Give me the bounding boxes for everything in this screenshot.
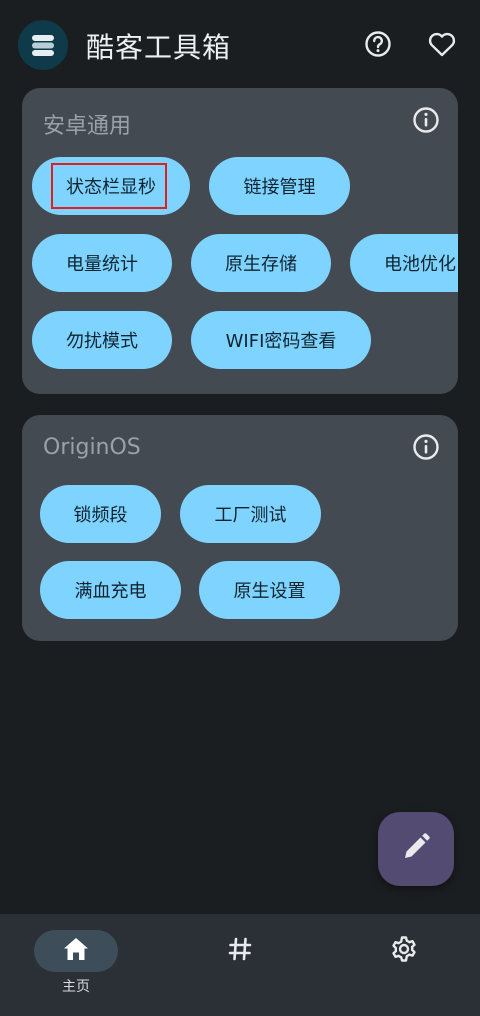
nav-settings[interactable] [362, 914, 446, 1016]
heart-icon[interactable] [426, 28, 458, 60]
chip-factory-test[interactable]: 工厂测试 [180, 485, 321, 543]
help-icon[interactable] [362, 28, 394, 60]
android-general-card: 安卓通用 状态栏显秒 链接管理 电量统计 原生存储 电池优化 勿扰模式 WIFI… [22, 88, 458, 394]
chip-label: 勿扰模式 [66, 331, 138, 352]
nav-indicator [198, 930, 282, 972]
chip-battery-optimization[interactable]: 电池优化 [350, 234, 458, 292]
originos-card: OriginOS 锁频段 工厂测试 满血充电 原生设置 [22, 415, 458, 641]
hash-icon [227, 936, 253, 966]
chip-label: 原生设置 [233, 581, 306, 602]
pencil-icon [399, 830, 433, 868]
nav-home-label: 主页 [62, 979, 90, 995]
chip-link-management[interactable]: 链接管理 [209, 157, 350, 215]
chip-wifi-password[interactable]: WIFI密码查看 [191, 311, 371, 369]
gear-icon [390, 935, 418, 967]
nav-indicator [34, 930, 118, 972]
info-icon[interactable] [412, 433, 440, 461]
info-icon[interactable] [412, 106, 440, 134]
chip-label: 锁频段 [73, 505, 128, 526]
nav-home[interactable]: 主页 [34, 914, 118, 1016]
home-icon [62, 936, 90, 966]
nav-indicator [362, 930, 446, 972]
chip-native-settings[interactable]: 原生设置 [199, 561, 340, 619]
highlight-box [51, 163, 167, 209]
chip-label: 电池优化 [384, 254, 456, 275]
chip-label: 原生存储 [225, 254, 297, 275]
nav-tools[interactable] [198, 914, 282, 1016]
chip-label: 电量统计 [66, 254, 138, 275]
chip-native-storage[interactable]: 原生存储 [191, 234, 331, 292]
chip-do-not-disturb[interactable]: 勿扰模式 [32, 311, 172, 369]
stack-logo-icon [18, 20, 68, 70]
chip-battery-stats[interactable]: 电量统计 [32, 234, 172, 292]
chip-label: 满血充电 [74, 581, 147, 602]
chip-label: 链接管理 [243, 177, 316, 198]
card-title: OriginOS [43, 435, 141, 460]
bottom-navigation: 主页 [0, 914, 480, 1016]
chip-label: WIFI密码查看 [225, 331, 337, 352]
chip-label: 工厂测试 [214, 505, 287, 526]
app-bar: 酷客工具箱 [0, 0, 480, 88]
chip-full-charge[interactable]: 满血充电 [40, 561, 181, 619]
edit-fab[interactable] [378, 812, 454, 886]
chip-lock-band[interactable]: 锁频段 [40, 485, 161, 543]
card-title: 安卓通用 [43, 114, 132, 139]
app-title: 酷客工具箱 [86, 31, 232, 64]
